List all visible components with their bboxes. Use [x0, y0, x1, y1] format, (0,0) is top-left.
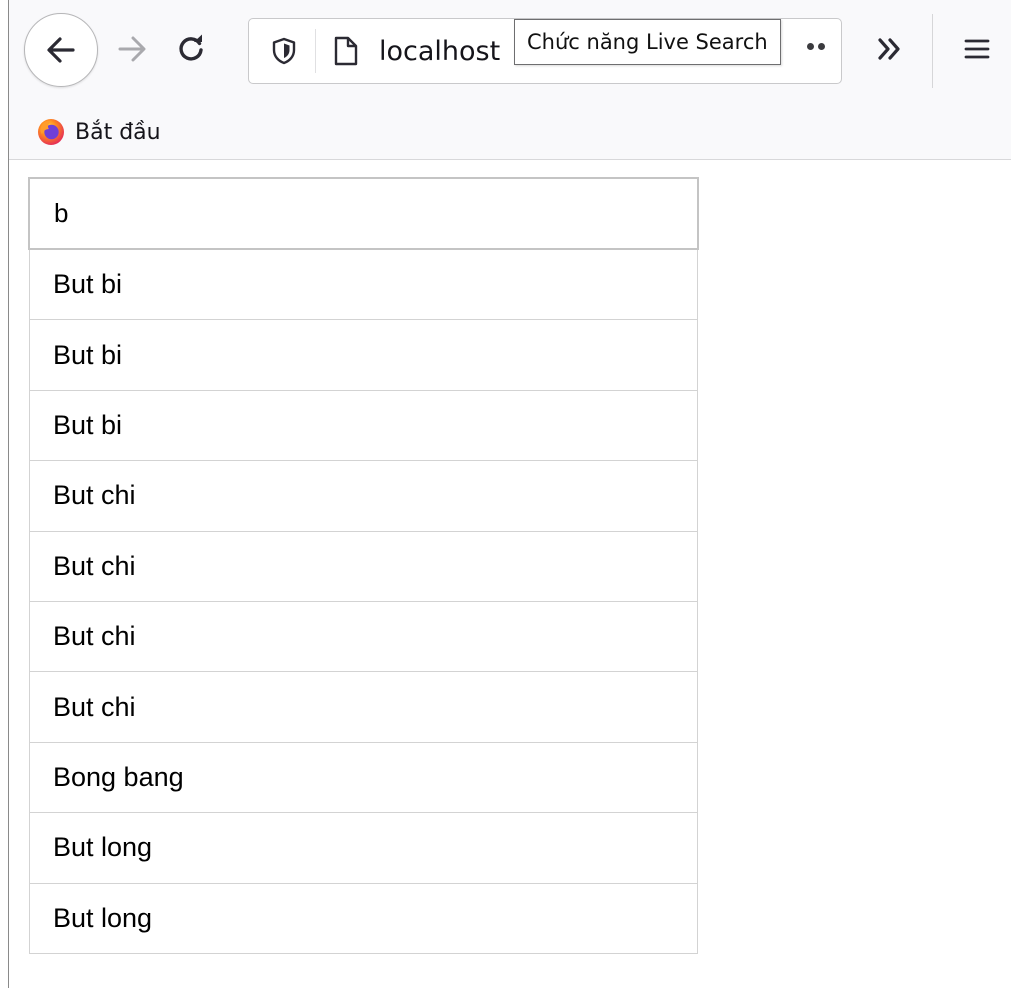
result-item[interactable]: But long	[29, 813, 698, 884]
result-item[interactable]: But chi	[29, 672, 698, 743]
site-info-button[interactable]	[329, 33, 363, 69]
url-bar-separator	[315, 29, 316, 73]
browser-toolbar: localhost Chức năng Live Search	[9, 0, 1011, 106]
reload-icon	[179, 34, 203, 61]
result-item[interactable]: But bi	[29, 320, 698, 391]
bookmark-item[interactable]: Bắt đầu	[37, 112, 161, 152]
result-item[interactable]: But long	[29, 883, 698, 954]
toolbar-separator	[932, 14, 933, 88]
bookmark-label: Bắt đầu	[75, 119, 161, 145]
result-item[interactable]: Bong bang	[29, 742, 698, 814]
forward-button[interactable]	[109, 26, 155, 72]
arrow-right-icon	[118, 36, 146, 62]
live-search-input[interactable]	[28, 177, 699, 250]
firefox-logo-icon	[38, 119, 64, 145]
result-item[interactable]: But chi	[29, 461, 698, 532]
arrow-left-icon	[47, 37, 75, 63]
reload-button[interactable]	[168, 26, 214, 72]
hamburger-menu-icon	[964, 39, 990, 59]
result-item[interactable]: But bi	[29, 390, 698, 462]
result-item[interactable]: But chi	[29, 531, 698, 602]
bookmarks-toolbar: Bắt đầu	[9, 106, 1011, 160]
result-item[interactable]: But bi	[29, 250, 698, 321]
page-actions-button[interactable]	[807, 43, 825, 50]
app-menu-button[interactable]	[954, 26, 1000, 72]
page-icon	[334, 36, 358, 66]
search-results-list: But bi But bi But bi But chi But chi But…	[29, 250, 698, 954]
more-horizontal-icon	[807, 43, 814, 50]
result-item[interactable]: But chi	[29, 601, 698, 673]
tooltip: Chức năng Live Search	[514, 19, 781, 65]
shield-icon	[272, 37, 296, 65]
toolbar-overflow-button[interactable]	[867, 26, 913, 72]
back-button[interactable]	[24, 13, 98, 87]
tracking-protection-button[interactable]	[267, 34, 301, 68]
url-text[interactable]: localhost	[379, 36, 500, 68]
double-chevron-right-icon	[878, 38, 900, 60]
more-horizontal-icon-dot	[818, 43, 825, 50]
